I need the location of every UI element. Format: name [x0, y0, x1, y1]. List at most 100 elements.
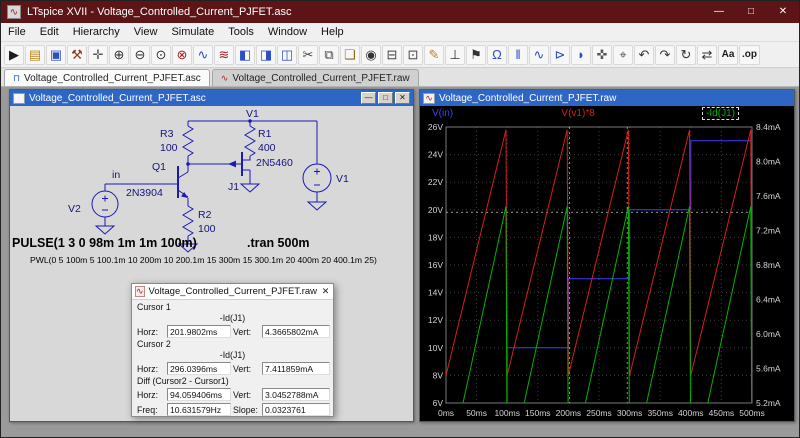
voltage-source-v1[interactable]	[302, 163, 332, 193]
ground-icon	[94, 225, 116, 235]
v2-name-label[interactable]: V2	[68, 203, 81, 215]
diff-vert-value[interactable]: 3.0452788mA	[262, 388, 330, 401]
menu-hierarchy[interactable]: Hierarchy	[66, 24, 127, 40]
rotate-icon[interactable]: ↻	[676, 44, 696, 65]
wire-pencil-icon[interactable]: ✎	[424, 44, 444, 65]
redo-icon[interactable]: ↷	[655, 44, 675, 65]
resistor-r1[interactable]	[244, 125, 256, 157]
save-icon[interactable]: ▣	[46, 44, 66, 65]
resistor-r3[interactable]	[182, 125, 194, 157]
cascade-windows-icon[interactable]: ◫	[277, 44, 297, 65]
r3-value-label[interactable]: 100	[160, 142, 178, 154]
zoom-out-icon[interactable]: ⊖	[130, 44, 150, 65]
y-right-tick-label: 5.6mA	[756, 364, 781, 374]
menu-help[interactable]: Help	[314, 24, 351, 40]
cut-icon[interactable]: ✂	[298, 44, 318, 65]
window-title: LTspice XVII - Voltage_Controlled_Curren…	[27, 6, 292, 18]
print-icon[interactable]: ⊟	[382, 44, 402, 65]
x-tick-label: 400ms	[678, 408, 704, 418]
j1-name-label[interactable]: J1	[228, 181, 239, 193]
legend--Id(J1)[interactable]: -Id(J1)	[702, 107, 739, 120]
paste-icon[interactable]: ❏	[340, 44, 360, 65]
resistor-r2[interactable]	[182, 205, 194, 237]
cursor-dialog-close-button[interactable]: ✕	[321, 286, 330, 297]
cursor-dialog-titlebar[interactable]: ∿ Voltage_Controlled_Current_PJFET.raw ✕	[132, 284, 333, 300]
cursor1-vert-value[interactable]: 4.3665802mA	[262, 325, 330, 338]
resistor-icon[interactable]: Ω	[487, 44, 507, 65]
r2-name-label[interactable]: R2	[198, 209, 212, 221]
control-panel-icon[interactable]: ⚒	[67, 44, 87, 65]
legend-V(v1)*8[interactable]: V(v1)*8	[561, 108, 594, 119]
tile-vertical-icon[interactable]: ◧	[235, 44, 255, 65]
waveform-window-titlebar[interactable]: ∿ Voltage_Controlled_Current_PJFET.raw	[420, 90, 794, 106]
zoom-back-icon[interactable]: ⊙	[151, 44, 171, 65]
tile-horizontal-icon[interactable]: ◨	[256, 44, 276, 65]
r2-value-label[interactable]: 100	[198, 223, 216, 235]
v1-name-label[interactable]: V1	[336, 173, 349, 185]
undo-icon[interactable]: ↶	[634, 44, 654, 65]
maximize-button[interactable]: □	[735, 1, 767, 23]
tab-waveform[interactable]: ∿ Voltage_Controlled_Current_PJFET.raw	[211, 69, 419, 86]
tab-schematic[interactable]: ⊓ Voltage_Controlled_Current_PJFET.asc	[4, 69, 210, 86]
cursor2-horz-value[interactable]: 296.0396ms	[167, 362, 231, 375]
autorange-icon[interactable]: ∿	[193, 44, 213, 65]
capacitor-icon[interactable]: ‖	[508, 44, 528, 65]
zoom-in-icon[interactable]: ⊕	[109, 44, 129, 65]
minimize-button[interactable]: —	[703, 1, 735, 23]
tran-directive[interactable]: .tran 500m	[247, 236, 310, 250]
menu-view[interactable]: View	[127, 24, 165, 40]
menu-edit[interactable]: Edit	[33, 24, 66, 40]
pan-icon[interactable]: ✛	[88, 44, 108, 65]
q1-name-label[interactable]: Q1	[152, 161, 166, 173]
cursor1-horz-value[interactable]: 201.9802ms	[167, 325, 231, 338]
menu-file[interactable]: File	[1, 24, 33, 40]
print-preview-icon[interactable]: ⊡	[403, 44, 423, 65]
ground-icon[interactable]: ⊥	[445, 44, 465, 65]
r1-name-label[interactable]: R1	[258, 128, 272, 140]
drag-icon[interactable]: ⌖	[613, 44, 633, 65]
copy-icon[interactable]: ⧉	[319, 44, 339, 65]
freq-value[interactable]: 10.631579Hz	[167, 403, 231, 416]
schematic-close-button[interactable]: ✕	[395, 92, 410, 104]
menu-simulate[interactable]: Simulate	[164, 24, 221, 40]
text-icon[interactable]: Aa	[718, 44, 738, 65]
schematic-window-titlebar[interactable]: ⊓ Voltage_Controlled_Current_PJFET.asc —…	[10, 90, 413, 106]
slope-label: Slope:	[233, 404, 258, 415]
pwl-directive[interactable]: PWL(0 5 100m 5 100.1m 10 200m 10 200.1m …	[30, 255, 377, 265]
spice-directive-icon[interactable]: .op	[739, 44, 760, 65]
schematic-minimize-button[interactable]: —	[361, 92, 376, 104]
zoom-extents-icon[interactable]: ⊗	[172, 44, 192, 65]
plot-legend: V(in) V(v1)*8 -Id(J1)	[420, 106, 794, 121]
move-icon[interactable]: ✜	[592, 44, 612, 65]
inductor-icon[interactable]: ∿	[529, 44, 549, 65]
y-right-tick-label: 5.2mA	[756, 398, 781, 408]
transistor-q1[interactable]	[177, 166, 189, 198]
spectrum-icon[interactable]: ≋	[214, 44, 234, 65]
mirror-icon[interactable]: ⇄	[697, 44, 717, 65]
find-icon[interactable]: ◉	[361, 44, 381, 65]
open-icon[interactable]: ▤	[25, 44, 45, 65]
schematic-maximize-button[interactable]: □	[378, 92, 393, 104]
diode-icon[interactable]: ⊳	[550, 44, 570, 65]
net-flag-v1[interactable]: V1	[246, 108, 259, 120]
close-button[interactable]: ✕	[767, 1, 799, 23]
cursor2-horz-label: Horz:	[137, 363, 159, 374]
voltage-source-v2[interactable]	[91, 190, 119, 218]
r3-name-label[interactable]: R3	[160, 128, 174, 140]
menu-tools[interactable]: Tools	[221, 24, 261, 40]
net-flag-in[interactable]: in	[112, 169, 120, 181]
waveform-canvas: V(in) V(v1)*8 -Id(J1) 0ms 50ms 100ms 150ms 200…	[420, 106, 794, 421]
slope-value[interactable]: 0.0323761	[262, 403, 330, 416]
diff-horz-value[interactable]: 94.059406ms	[167, 388, 231, 401]
q1-model-label[interactable]: 2N3904	[126, 187, 163, 199]
run-icon[interactable]: ▶	[4, 44, 24, 65]
cursor2-vert-value[interactable]: 7.411859mA	[262, 362, 330, 375]
menu-window[interactable]: Window	[261, 24, 314, 40]
net-label-icon[interactable]: ⚑	[466, 44, 486, 65]
r1-value-label[interactable]: 400	[258, 142, 276, 154]
legend-V(in)[interactable]: V(in)	[432, 108, 453, 119]
pulse-directive[interactable]: PULSE(1 3 0 98m 1m 1m 100m)	[12, 236, 197, 250]
j1-model-label[interactable]: 2N5460	[256, 157, 293, 169]
waveform-plot[interactable]: 0ms 50ms 100ms 150ms 200ms 250ms 300ms 350ms 400…	[420, 121, 794, 421]
component-icon[interactable]: ◗	[571, 44, 591, 65]
